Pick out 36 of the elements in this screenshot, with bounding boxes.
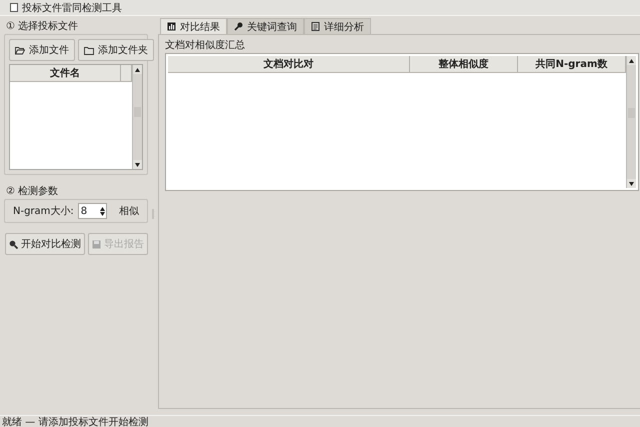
scrollbar[interactable] [626, 56, 636, 188]
tab[interactable]: 对比结果 [160, 18, 227, 34]
column-header[interactable]: 整体相似度 [410, 56, 518, 72]
results-table[interactable]: 文档对比对 整体相似度 共同N-gram数 [165, 53, 639, 191]
document-icon [10, 3, 18, 12]
down-arrow-icon[interactable] [100, 212, 105, 216]
up-arrow-icon[interactable] [135, 68, 140, 72]
ngram-spinbox[interactable]: 8 [78, 203, 107, 219]
up-arrow-icon[interactable] [629, 58, 634, 62]
scrollbar[interactable] [132, 65, 142, 169]
key-icon [234, 22, 243, 31]
tab[interactable]: 关键词查询 [227, 18, 304, 34]
search-icon [9, 240, 18, 248]
window-title: 投标文件雷同检测工具 [22, 2, 122, 14]
section-title: ② 检测参数 [6, 184, 58, 198]
folder-icon [84, 46, 94, 54]
scrollbar-thumb[interactable] [628, 108, 635, 118]
document-icon [311, 22, 320, 31]
scrollbar-thumb[interactable] [134, 106, 141, 117]
tab[interactable]: 详细分析 [304, 18, 371, 34]
down-arrow-icon[interactable] [135, 162, 140, 166]
add-button[interactable]: 添加文件 [9, 39, 75, 61]
section-title: ① 选择投标文件 [6, 20, 78, 33]
status-text: 就绪 — 请添加投标文件开始检测 [2, 416, 148, 427]
column-header[interactable]: 文档对比对 [168, 56, 410, 72]
add-button[interactable]: 添加文件夹 [78, 39, 154, 61]
chart-icon [167, 22, 176, 31]
down-arrow-icon[interactable] [629, 182, 634, 186]
start-button[interactable]: 开始对比检测 [5, 233, 85, 255]
up-arrow-icon[interactable] [100, 206, 105, 210]
ngram-label: N-gram大小: [13, 204, 74, 218]
folder-icon [15, 46, 25, 54]
save-icon [92, 240, 101, 248]
file-table[interactable]: 文件名 [9, 64, 143, 170]
similarity-label: 相似 [119, 204, 139, 218]
table-title: 文档对相似度汇总 [165, 40, 245, 51]
